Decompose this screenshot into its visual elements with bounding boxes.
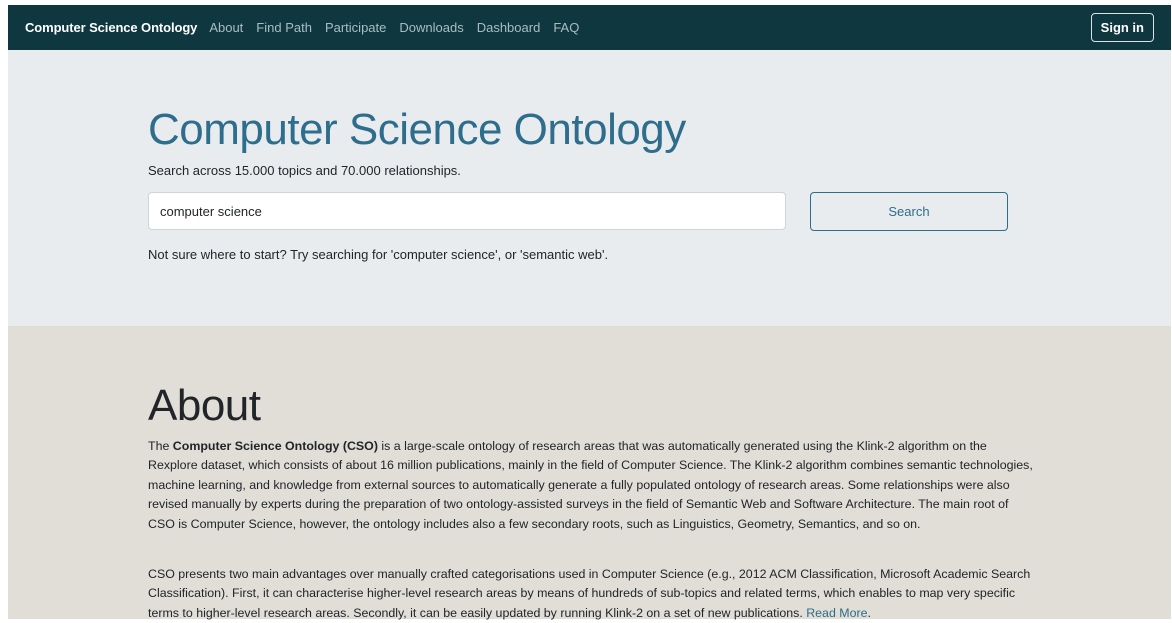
about-section: About The Computer Science Ontology (CSO… [8, 326, 1171, 620]
about-p1-lead: The [148, 439, 173, 453]
nav-link-about[interactable]: About [209, 20, 243, 35]
nav-link-faq[interactable]: FAQ [553, 20, 579, 35]
hero-title: Computer Science Ontology [148, 105, 686, 154]
navbar-brand[interactable]: Computer Science Ontology [25, 20, 197, 35]
nav-link-dashboard[interactable]: Dashboard [477, 20, 541, 35]
nav-link-downloads[interactable]: Downloads [399, 20, 463, 35]
nav-links: About Find Path Participate Downloads Da… [209, 20, 579, 35]
nav-link-participate[interactable]: Participate [325, 20, 386, 35]
about-paragraph-2: CSO presents two main advantages over ma… [148, 565, 1034, 623]
nav-link-find-path[interactable]: Find Path [256, 20, 312, 35]
sign-in-button[interactable]: Sign in [1090, 13, 1154, 42]
read-more-link[interactable]: Read More [806, 606, 867, 620]
hero-section: Computer Science Ontology Search across … [8, 50, 1171, 326]
about-paragraph-1: The Computer Science Ontology (CSO) is a… [148, 437, 1034, 534]
about-p2-body: CSO presents two main advantages over ma… [148, 567, 1031, 620]
search-button[interactable]: Search [810, 192, 1008, 231]
search-hint: Not sure where to start? Try searching f… [148, 247, 609, 262]
search-input[interactable] [148, 192, 786, 230]
hero-subtitle: Search across 15.000 topics and 70.000 r… [148, 163, 461, 178]
top-navbar: Computer Science Ontology About Find Pat… [8, 5, 1171, 50]
about-cso-name: Computer Science Ontology (CSO) [172, 439, 378, 453]
about-p2-end: . [867, 605, 871, 620]
about-title: About [148, 381, 261, 430]
